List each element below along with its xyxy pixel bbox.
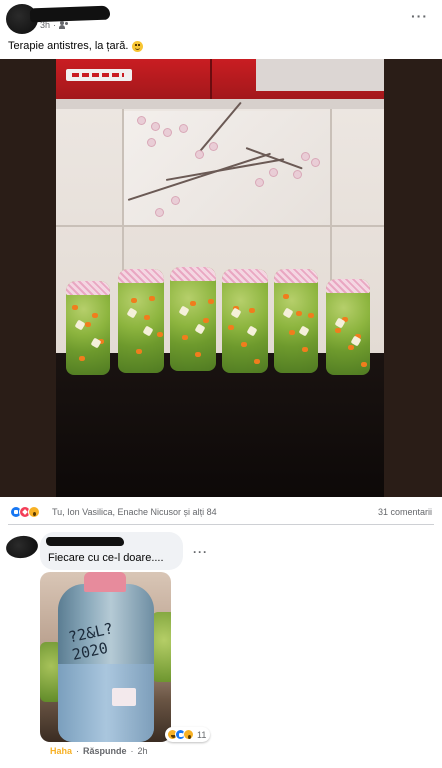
pickle-jar <box>326 279 370 375</box>
commenter-avatar[interactable] <box>4 533 40 561</box>
carrot-slice <box>348 345 354 350</box>
cauliflower-piece <box>126 307 138 319</box>
blossom <box>270 169 277 176</box>
blossom <box>180 125 187 132</box>
carrot-slice <box>241 342 247 347</box>
comments-count[interactable]: 31 comentarii <box>378 507 432 517</box>
comment-more-options-icon[interactable]: ··· <box>193 545 208 559</box>
separator-dot: · <box>76 746 80 756</box>
reply-button[interactable]: Răspunde <box>83 746 127 756</box>
carrot-slice <box>79 356 85 361</box>
carrot-slice <box>72 305 78 310</box>
comment-reactions[interactable]: 11 <box>165 727 211 742</box>
reactions-bar: Tu, Ion Vasilica, Enache Nicusor și alți… <box>0 503 442 521</box>
post-header: 3h · ··· <box>0 0 442 34</box>
carrot-slice <box>254 359 260 364</box>
blossom <box>138 117 145 124</box>
carrot-slice <box>249 308 255 313</box>
post-text: Terapie antistres, la țară. <box>8 40 144 52</box>
photo-content <box>56 59 384 497</box>
pickle-jar <box>66 281 110 375</box>
commenter-name-redacted[interactable] <box>46 537 124 546</box>
blossom <box>294 171 301 178</box>
carrot-slice <box>195 352 201 357</box>
cauliflower-piece <box>178 305 190 317</box>
carrot-slice <box>85 322 91 327</box>
wow-icon <box>28 506 40 518</box>
pickle-jar <box>170 267 216 371</box>
friends-icon[interactable] <box>59 21 69 29</box>
carrot-slice <box>131 298 137 303</box>
divider <box>8 524 434 525</box>
cabinet-right <box>256 59 384 91</box>
cauliflower-piece <box>74 319 86 331</box>
carrot-slice <box>190 301 196 306</box>
blossom <box>148 139 155 146</box>
blossom <box>196 151 203 158</box>
carrot-slice <box>208 299 214 304</box>
carrot-slice <box>92 313 98 318</box>
wow-icon <box>183 729 194 740</box>
carrot-slice <box>228 325 234 330</box>
haha-reaction-button[interactable]: Haha <box>50 746 72 756</box>
more-options-icon[interactable]: ··· <box>411 8 428 24</box>
blossom <box>256 179 263 186</box>
cauliflower-piece <box>282 307 294 319</box>
cauliflower-piece <box>298 325 310 337</box>
blossom <box>210 143 217 150</box>
post-photo[interactable] <box>0 59 442 497</box>
comment-text: Fiecare cu ce-l doare.... <box>48 552 164 564</box>
carrot-slice <box>149 296 155 301</box>
blossom <box>172 197 179 204</box>
carrot-slice <box>289 330 295 335</box>
carrot-slice <box>302 347 308 352</box>
carrot-slice <box>335 328 341 333</box>
pickle-jar <box>118 269 164 373</box>
comment-actions: Haha · Răspunde · 2h <box>50 746 148 756</box>
comment-reaction-count: 11 <box>197 729 207 740</box>
carrot-slice <box>136 349 142 354</box>
blossom <box>164 129 171 136</box>
blossom <box>156 209 163 216</box>
comment-time[interactable]: 2h <box>138 746 148 756</box>
carrot-slice <box>182 335 188 340</box>
blossom <box>312 159 319 166</box>
comment-photo[interactable]: ?2&L? 2020 <box>40 572 171 742</box>
pickle-jar <box>274 269 318 373</box>
cauliflower-piece <box>246 325 258 337</box>
smile-emoji-icon <box>132 40 144 52</box>
reaction-icons[interactable] <box>10 506 40 518</box>
pickle-jar <box>222 269 268 373</box>
cauliflower-piece <box>230 307 242 319</box>
post-meta: 3h · <box>40 20 69 30</box>
carrot-slice <box>203 318 209 323</box>
cauliflower-piece <box>194 323 206 335</box>
post-time[interactable]: 3h <box>40 20 50 30</box>
carrot-slice <box>283 294 289 299</box>
reactions-summary[interactable]: Tu, Ion Vasilica, Enache Nicusor și alți… <box>52 507 217 517</box>
separator-dot: · <box>130 746 134 756</box>
shelf <box>56 99 384 109</box>
carrot-slice <box>361 362 367 367</box>
separator-dot: · <box>53 20 57 30</box>
cabinet-handle <box>66 69 132 81</box>
carrot-slice <box>296 311 302 316</box>
bottle-water <box>58 664 154 742</box>
post-caption: Terapie antistres, la țară. <box>8 40 129 52</box>
carrot-slice <box>144 315 150 320</box>
cauliflower-piece <box>142 325 154 337</box>
bottle-cap <box>84 572 126 592</box>
carrot-slice <box>308 313 314 318</box>
blossom <box>302 153 309 160</box>
carrot-slice <box>157 332 163 337</box>
bottle-label <box>112 688 136 706</box>
blossom <box>152 123 159 130</box>
background-jar <box>152 612 171 682</box>
